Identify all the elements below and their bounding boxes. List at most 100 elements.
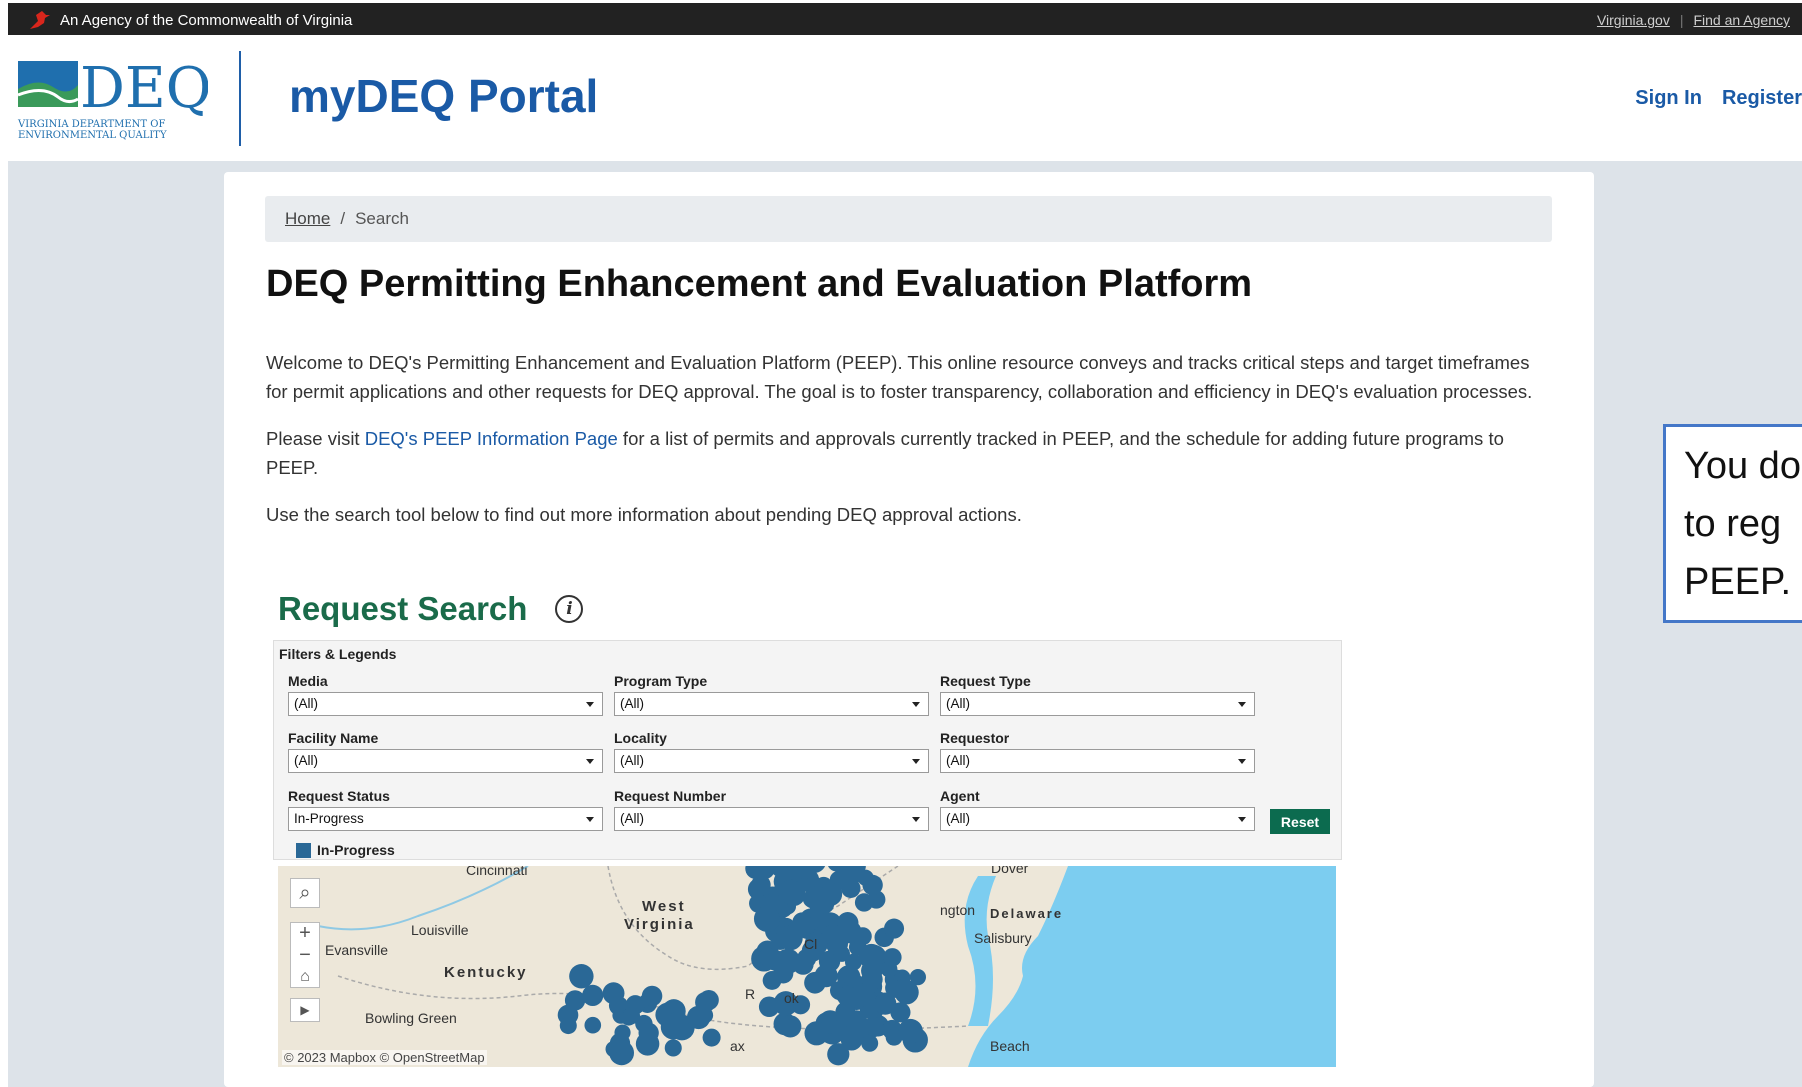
legend-swatch [296,842,311,858]
filter-locality: Locality (All) [614,730,929,773]
request-point[interactable] [666,1011,689,1034]
request-point[interactable] [638,1022,659,1044]
request-search-title: Request Search [278,590,528,627]
request-search-heading: Request Search i [278,590,584,628]
virginia-gov-link[interactable]: Virginia.gov [1597,12,1670,28]
locality-select[interactable]: (All) [614,749,929,773]
peep-info-link[interactable]: DEQ's PEEP Information Page [365,428,618,449]
request-point[interactable] [837,985,858,1007]
request-point[interactable] [874,992,897,1015]
request-point[interactable] [582,984,604,1007]
select-value: (All) [620,753,644,768]
map-label-west-virginia-1: West [642,898,686,915]
zoom-in-icon[interactable]: + [290,922,320,944]
filters-title: Filters & Legends [279,646,397,662]
request-map[interactable]: Cincinnati Louisville Evansville Kentuck… [278,866,1336,1067]
request-point[interactable] [641,985,663,1007]
requestor-select[interactable]: (All) [940,749,1255,773]
request-point[interactable] [796,916,816,935]
request-point[interactable] [564,990,586,1011]
map-label-roanoke: R [745,986,756,1002]
bay [964,876,996,1026]
intro-p2-before: Please visit [266,428,365,449]
map-attribution[interactable]: © 2023 Mapbox © OpenStreetMap [282,1050,487,1065]
request-point[interactable] [883,948,902,967]
request-point[interactable] [854,893,874,912]
request-point[interactable] [702,1028,721,1047]
request-point[interactable] [884,918,905,939]
request-point[interactable] [822,924,844,946]
filter-agent: Agent (All) [940,788,1255,831]
home-icon[interactable]: ⌂ [290,966,320,988]
request-point[interactable] [696,1007,714,1024]
facility-name-select[interactable]: (All) [288,749,603,773]
request-point[interactable] [804,971,826,994]
request-point[interactable] [804,1021,829,1046]
request-point[interactable] [584,1016,602,1034]
select-value: (All) [946,753,970,768]
filter-label: Program Type [614,673,708,689]
filters-panel: Filters & Legends Media (All) Program Ty… [273,640,1342,860]
request-type-select[interactable]: (All) [940,692,1255,716]
zoom-out-icon[interactable]: − [290,944,320,966]
request-point[interactable] [779,1015,802,1038]
request-point[interactable] [892,979,913,999]
request-point[interactable] [771,932,789,950]
request-number-select[interactable]: (All) [614,807,929,831]
request-point[interactable] [775,948,801,974]
filter-label: Locality [614,730,667,746]
map-canvas [317,866,1336,1067]
logo-subtext: VIRGINIA DEPARTMENT OF ENVIRONMENTAL QUA… [18,119,167,141]
info-icon[interactable]: i [555,595,584,623]
request-point[interactable] [827,1043,850,1066]
filter-requestor: Requestor (All) [940,730,1255,773]
request-point[interactable] [899,1020,916,1037]
request-point[interactable] [559,1017,577,1035]
callout-box: You do to reg PEEP. [1663,424,1802,623]
request-point[interactable] [802,889,822,909]
request-point[interactable] [623,1007,641,1025]
breadcrumb: Home / Search [265,196,1552,242]
map-search-icon[interactable]: ⌕ [290,878,320,908]
program-type-select[interactable]: (All) [614,692,929,716]
filter-facility-name: Facility Name (All) [288,730,603,773]
request-status-select[interactable]: In-Progress [288,807,603,831]
request-point[interactable] [753,905,780,932]
request-point[interactable] [609,1033,631,1054]
request-point[interactable] [664,1039,682,1057]
filter-label: Requestor [940,730,1010,746]
agent-select[interactable]: (All) [940,807,1255,831]
select-value: (All) [294,753,318,768]
select-value: (All) [620,696,644,711]
auth-links: Sign In Register [1635,87,1802,110]
agency-label: An Agency of the Commonwealth of Virgini… [60,11,353,29]
map-label-delaware: Delaware [990,906,1064,921]
map-label-bowling-green: Bowling Green [365,1010,457,1026]
select-value: (All) [946,811,970,826]
select-value: (All) [294,696,318,711]
request-point[interactable] [762,971,782,990]
request-point[interactable] [569,964,594,989]
map-label-beach: Beach [990,1038,1030,1054]
filter-request-type: Request Type (All) [940,673,1255,716]
filter-label: Media [288,673,328,689]
play-icon[interactable]: ▶ [290,998,320,1022]
request-point[interactable] [909,969,927,986]
sign-in-link[interactable]: Sign In [1635,87,1702,110]
map-label-salisbury: Salisbury [974,930,1032,946]
find-agency-link[interactable]: Find an Agency [1693,12,1790,28]
dropdown-arrow-icon [586,702,594,707]
reset-button[interactable]: Reset [1270,809,1330,834]
dropdown-arrow-icon [912,702,920,707]
media-select[interactable]: (All) [288,692,603,716]
request-point[interactable] [698,990,719,1010]
request-point[interactable] [861,1034,879,1052]
register-link[interactable]: Register [1722,87,1802,110]
breadcrumb-home[interactable]: Home [285,209,330,229]
deq-logo[interactable]: DEQ VIRGINIA DEPARTMENT OF ENVIRONMENTAL… [17,56,212,169]
filter-program-type: Program Type (All) [614,673,929,716]
request-point[interactable] [778,879,803,904]
request-point[interactable] [837,1007,854,1024]
legend-label: In-Progress [317,842,395,858]
agency-bar: An Agency of the Commonwealth of Virgini… [8,3,1802,35]
